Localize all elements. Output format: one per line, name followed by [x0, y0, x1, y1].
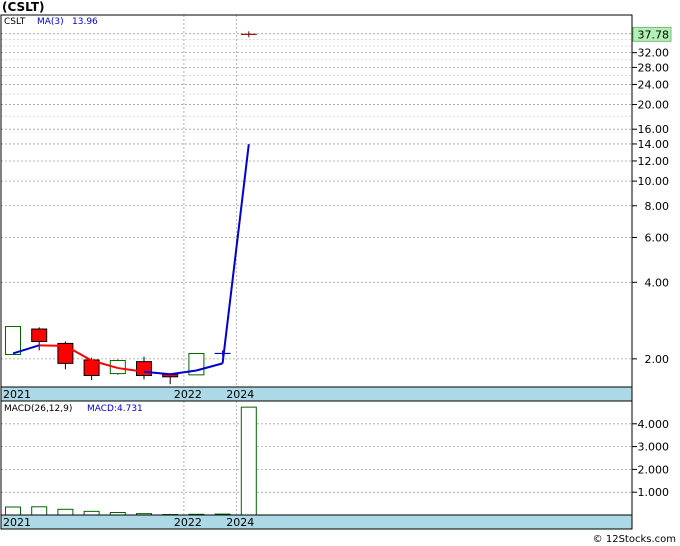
- watermark: © 12Stocks.com: [592, 534, 676, 545]
- price-legend-ma-value: 13.96: [72, 17, 98, 27]
- macd-tick-label: 4.000: [638, 418, 670, 431]
- price-tick-label: 32.00: [638, 47, 670, 60]
- price-tick-label: 28.00: [638, 61, 670, 74]
- price-legend-ma-label: MA(3): [37, 17, 64, 27]
- macd-tick-label: 2.000: [638, 463, 670, 476]
- price-x-tick-label: 2022: [174, 388, 202, 401]
- macd-tick-label: 1.000: [638, 486, 670, 499]
- price-tick-label: 12.00: [638, 155, 670, 168]
- price-candle: [5, 326, 21, 356]
- macd-panel-background: [1, 401, 632, 515]
- price-x-axis-band: [0, 386, 633, 402]
- price-tick-label: 20.00: [638, 99, 670, 112]
- last-price-label: 37.78: [638, 28, 670, 41]
- price-x-tick-label: 2021: [3, 388, 31, 401]
- macd-tick-label: 3.000: [638, 441, 670, 454]
- macd-bar: [240, 406, 257, 516]
- macd-bar: [5, 506, 21, 516]
- price-candle: [136, 361, 152, 377]
- price-candle: [31, 328, 48, 343]
- macd-bar: [57, 508, 74, 516]
- price-tick-label: 4.00: [645, 276, 670, 289]
- macd-x-axis-band: [0, 514, 633, 530]
- price-panel-background: [1, 15, 632, 387]
- macd-x-tick-label: 2022: [174, 516, 202, 529]
- price-tick-label: 8.00: [645, 200, 670, 213]
- price-tick-label: 6.00: [645, 232, 670, 245]
- macd-x-tick-label: 2024: [226, 516, 254, 529]
- price-x-tick-label: 2024: [226, 388, 254, 401]
- macd-x-tick-label: 2021: [3, 516, 31, 529]
- price-legend-symbol: CSLT: [4, 17, 26, 27]
- price-tick-label: 16.00: [638, 123, 670, 136]
- macd-legend-value: MACD:4.731: [87, 404, 143, 414]
- stock-chart: 38.0032.0028.0024.0020.0016.0014.0012.00…: [0, 14, 672, 530]
- macd-bar: [31, 506, 48, 516]
- macd-legend-label: MACD(26,12,9): [4, 404, 72, 414]
- price-tick-label: 10.00: [638, 175, 670, 188]
- macd-bar: [83, 510, 100, 516]
- price-tick-label: 14.00: [638, 138, 670, 151]
- price-tick-label: 24.00: [638, 78, 670, 91]
- price-tick-label: 2.00: [645, 353, 670, 366]
